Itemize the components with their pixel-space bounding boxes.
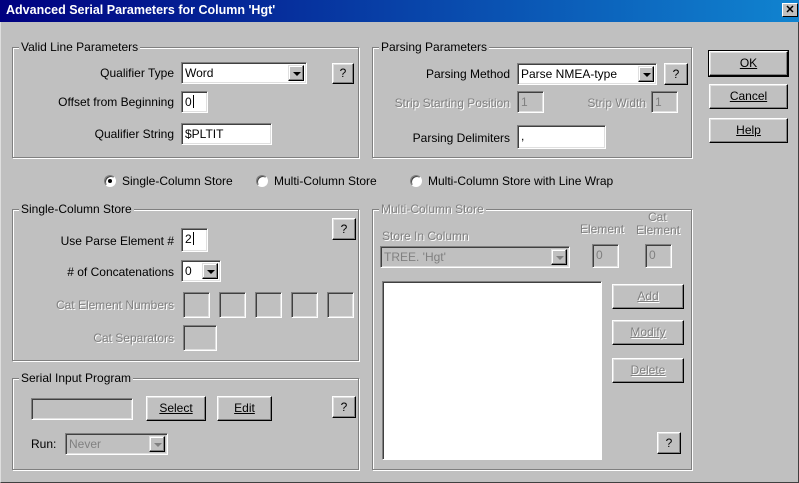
parsing-help-button[interactable]: ? (664, 63, 688, 85)
select-label: Select (159, 401, 193, 415)
cancel-button[interactable]: Cancel (709, 84, 788, 109)
cat-number-5 (327, 292, 354, 318)
store-in-value: TREE. 'Hgt' (384, 250, 446, 264)
radio-multi-column[interactable]: Multi-Column Store (256, 174, 377, 188)
edit-label: Edit (234, 401, 255, 415)
add-label: Add (637, 289, 659, 303)
single-store-legend: Single-Column Store (19, 202, 134, 216)
qualifier-string-label: Qualifier String (94, 127, 174, 141)
window-title: Advanced Serial Parameters for Column 'H… (6, 3, 276, 17)
parse-element-label: Use Parse Element # (60, 234, 174, 248)
parsing-legend: Parsing Parameters (379, 40, 490, 54)
multi-store-legend: Multi-Column Store (379, 202, 486, 216)
element-value: 0 (596, 248, 603, 262)
delimiters-label: Parsing Delimiters (412, 131, 510, 145)
offset-value: 0 (185, 95, 192, 109)
multi-column-list (382, 281, 602, 460)
strip-start-label: Strip Starting Position (394, 96, 510, 110)
chevron-down-icon (551, 249, 567, 265)
parsing-method-value: Parse NMEA-type (521, 67, 618, 81)
radio-multi-column-wrap[interactable]: Multi-Column Store with Line Wrap (410, 174, 613, 188)
add-button: Add (612, 284, 684, 309)
concat-select[interactable]: 0 (181, 260, 221, 282)
delete-button: Delete (612, 358, 684, 383)
cancel-label: Cancel (729, 89, 768, 103)
modify-button: Modify (612, 320, 684, 345)
strip-start-input: 1 (517, 91, 544, 113)
serial-program-legend: Serial Input Program (19, 371, 134, 385)
run-select: Never (65, 433, 168, 455)
valid-line-legend: Valid Line Parameters (19, 40, 141, 54)
chevron-down-icon[interactable] (288, 65, 304, 81)
cat-separators-label: Cat Separators (93, 331, 174, 345)
cat-element-value: 0 (649, 248, 656, 262)
select-button[interactable]: Select (146, 396, 206, 421)
valid-line-help-button[interactable]: ? (332, 63, 354, 84)
parsing-method-label: Parsing Method (425, 67, 510, 81)
serial-program-input (31, 398, 133, 420)
cat-number-1 (183, 292, 210, 318)
chevron-down-icon[interactable] (638, 66, 654, 82)
run-value: Never (69, 437, 102, 451)
strip-width-label: Strip Width (587, 96, 646, 110)
element-input: 0 (592, 244, 619, 268)
store-in-label: Store In Column (382, 229, 469, 243)
close-icon[interactable]: ✕ (782, 3, 798, 17)
qualifier-type-value: Word (185, 66, 214, 80)
title-bar: Advanced Serial Parameters for Column 'H… (0, 0, 799, 22)
help-label: Help (736, 123, 761, 137)
qualifier-type-select[interactable]: Word (181, 62, 307, 84)
delete-label: Delete (630, 363, 666, 377)
delimiters-value: , (521, 129, 525, 143)
ok-button[interactable]: OK (708, 50, 789, 77)
cat-numbers-label: Cat Element Numbers (55, 298, 174, 312)
strip-width-value: 1 (655, 95, 662, 109)
radio-dot-icon (410, 175, 422, 187)
radio-single-label: Single-Column Store (122, 174, 233, 188)
store-in-select: TREE. 'Hgt' (380, 246, 570, 268)
help-button[interactable]: Help (709, 118, 788, 143)
multi-store-help-button[interactable]: ? (657, 432, 681, 454)
radio-dot-icon (256, 175, 268, 187)
cat-element-input: 0 (645, 244, 672, 268)
radio-single-column[interactable]: Single-Column Store (104, 174, 233, 188)
delimiters-input[interactable]: , (517, 125, 606, 149)
cat-element-label-2: Element (636, 223, 681, 237)
strip-start-value: 1 (521, 95, 528, 109)
qualifier-string-value: $PLTIT (185, 127, 224, 141)
concat-value: 0 (185, 264, 192, 278)
cat-number-3 (255, 292, 282, 318)
chevron-down-icon[interactable] (202, 263, 218, 279)
serial-program-help-button[interactable]: ? (332, 396, 356, 418)
parse-element-input[interactable]: 2 (181, 228, 208, 252)
cat-number-4 (291, 292, 318, 318)
radio-multi-label: Multi-Column Store (274, 174, 377, 188)
qualifier-string-input[interactable]: $PLTIT (181, 123, 272, 145)
cat-separators-input (183, 325, 217, 351)
cat-number-2 (219, 292, 246, 318)
edit-button[interactable]: Edit (217, 396, 272, 421)
radio-multi-wrap-label: Multi-Column Store with Line Wrap (428, 174, 614, 188)
concat-label: # of Concatenations (67, 265, 174, 279)
single-store-help-button[interactable]: ? (332, 218, 356, 240)
parse-element-value: 2 (185, 232, 192, 246)
chevron-down-icon (149, 436, 165, 452)
offset-label: Offset from Beginning (58, 95, 174, 109)
run-label: Run: (31, 437, 57, 451)
strip-width-input: 1 (651, 91, 678, 113)
ok-label: OK (739, 56, 758, 70)
qualifier-type-label: Qualifier Type (100, 66, 174, 80)
offset-input[interactable]: 0 (181, 91, 208, 113)
radio-dot-icon (104, 175, 116, 187)
modify-label: Modify (630, 325, 666, 339)
parsing-method-select[interactable]: Parse NMEA-type (517, 63, 657, 85)
element-label: Element (580, 222, 625, 236)
serial-program-group: Serial Input Program (12, 371, 359, 470)
